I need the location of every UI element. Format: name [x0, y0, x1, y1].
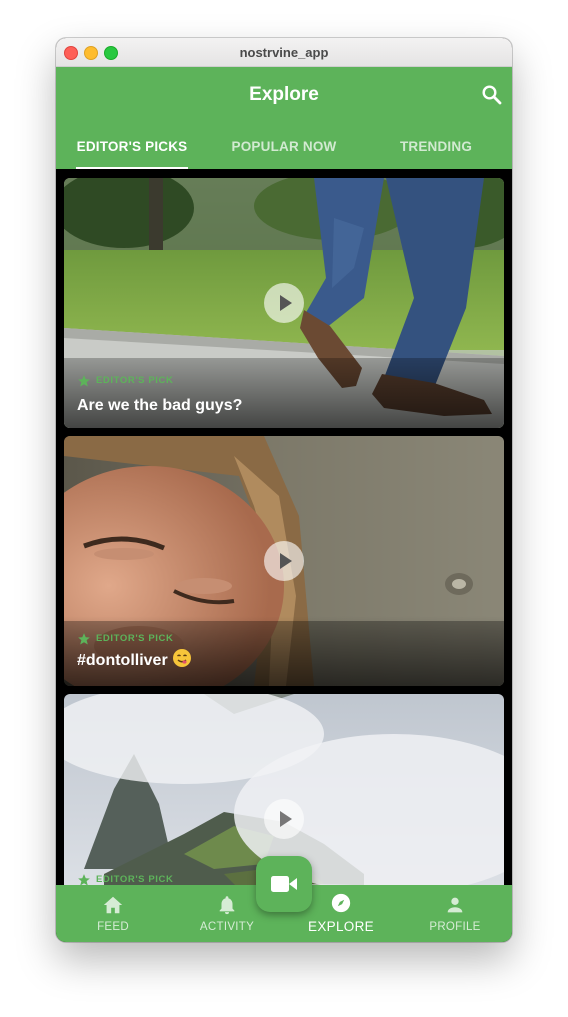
- page-title: Explore: [249, 84, 319, 105]
- play-icon: [280, 295, 292, 311]
- app-bar: Explore EDITOR'S PICKS POPULAR NOW TREND…: [56, 67, 512, 169]
- tab-trending-label: TRENDING: [399, 139, 473, 154]
- editors-pick-label: EDITOR'S PICK: [96, 375, 174, 386]
- bell-icon: [219, 896, 235, 915]
- title-bar: nostrvine_app: [56, 38, 512, 67]
- tab-popular-now[interactable]: POPULAR NOW: [208, 139, 360, 169]
- video-list: EDITOR'S PICK Are we the bad guys? EDITO…: [56, 169, 512, 885]
- tab-trending[interactable]: TRENDING: [360, 139, 512, 169]
- compass-icon: [331, 893, 351, 913]
- editors-pick-label: EDITOR'S PICK: [96, 633, 174, 644]
- video-title-text: #dontolliver: [77, 652, 168, 669]
- nav-feed[interactable]: FEED: [56, 885, 170, 942]
- play-icon: [280, 553, 292, 569]
- tab-bar: EDITOR'S PICKS POPULAR NOW TRENDING: [56, 136, 512, 169]
- editors-pick-label: EDITOR'S PICK: [96, 874, 174, 885]
- search-button[interactable]: [480, 83, 504, 107]
- person-icon: [447, 897, 463, 913]
- play-icon: [280, 811, 292, 827]
- record-video-button[interactable]: [256, 856, 312, 912]
- star-icon: [78, 375, 90, 387]
- star-icon: [78, 874, 90, 885]
- video-card[interactable]: EDITOR'S PICK #dontolliver: [64, 436, 504, 686]
- tab-popular-now-label: POPULAR NOW: [231, 139, 337, 154]
- app-window: nostrvine_app Explore EDITOR'S PICKS POP…: [56, 38, 512, 942]
- nav-explore-label: EXPLORE: [308, 919, 374, 934]
- emoji-yum-icon: [172, 648, 192, 673]
- home-icon: [103, 896, 123, 914]
- star-icon: [78, 633, 90, 645]
- video-card[interactable]: EDITOR'S PICK Are we the bad guys?: [64, 178, 504, 428]
- video-title: #dontolliver: [77, 648, 192, 673]
- nav-profile-label: PROFILE: [429, 921, 481, 933]
- nav-activity-label: ACTIVITY: [199, 921, 255, 933]
- nav-profile[interactable]: PROFILE: [398, 885, 512, 942]
- video-camera-icon: [271, 876, 297, 892]
- search-icon: [482, 85, 502, 105]
- play-button[interactable]: [264, 799, 304, 839]
- tab-editors-picks[interactable]: EDITOR'S PICKS: [56, 139, 208, 169]
- play-button[interactable]: [264, 283, 304, 323]
- video-title-text: Are we the bad guys?: [77, 397, 243, 414]
- window-title: nostrvine_app: [239, 45, 329, 60]
- card-gradient: [64, 358, 504, 428]
- tab-editors-picks-label: EDITOR'S PICKS: [76, 139, 188, 154]
- play-button[interactable]: [264, 541, 304, 581]
- video-title: Are we the bad guys?: [77, 397, 242, 415]
- nav-feed-label: FEED: [97, 921, 129, 933]
